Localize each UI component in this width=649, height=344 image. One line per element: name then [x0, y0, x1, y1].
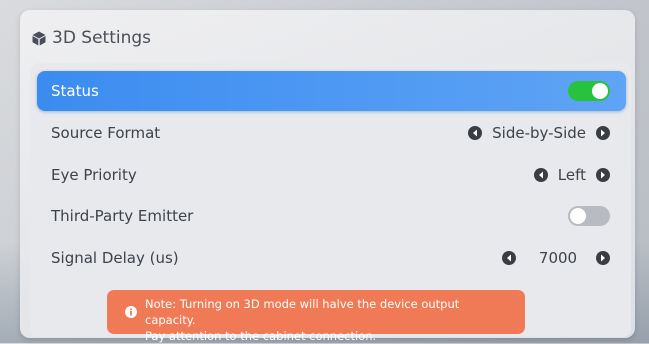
source-format-value: Side-by-Side	[492, 124, 586, 142]
note-line-1: Note: Turning on 3D mode will halve the …	[145, 297, 460, 327]
cube-icon	[32, 31, 46, 45]
status-toggle[interactable]	[568, 81, 610, 101]
toggle-knob	[570, 208, 586, 224]
signal-delay-label: Signal Delay (us)	[51, 249, 179, 267]
chevron-left-icon[interactable]	[533, 168, 548, 182]
status-label: Status	[51, 82, 99, 100]
chevron-left-icon[interactable]	[502, 251, 516, 265]
eye-priority-label: Eye Priority	[51, 166, 137, 184]
eye-priority-value: Left	[557, 166, 586, 184]
third-party-emitter-label: Third-Party Emitter	[51, 207, 194, 225]
chevron-right-icon[interactable]	[596, 251, 610, 265]
note-line-1-row: Note: Turning on 3D mode will halve the …	[125, 296, 513, 328]
third-party-emitter-toggle[interactable]	[568, 206, 610, 226]
note-line-2: Pay attention to the cabinet connection.	[145, 329, 377, 343]
source-format-selector: Side-by-Side	[468, 124, 610, 142]
warning-note: Note: Turning on 3D mode will halve the …	[107, 290, 525, 343]
chevron-right-icon[interactable]	[596, 168, 610, 182]
chevron-left-icon[interactable]	[468, 126, 483, 140]
signal-delay-value: 7000	[538, 249, 578, 267]
source-format-label: Source Format	[51, 124, 161, 142]
setting-row-signal-delay[interactable]: Signal Delay (us) 7000	[37, 238, 626, 278]
toggle-knob	[592, 83, 608, 99]
setting-row-status[interactable]: Status	[37, 71, 626, 111]
signal-delay-selector: 7000	[502, 249, 610, 267]
setting-row-eye-priority[interactable]: Eye Priority Left	[37, 155, 626, 195]
panel-header: 3D Settings	[32, 28, 151, 48]
info-icon	[125, 306, 137, 318]
page-title: 3D Settings	[52, 28, 152, 48]
chevron-right-icon[interactable]	[596, 126, 610, 140]
eye-priority-selector: Left	[533, 166, 610, 184]
setting-row-third-party-emitter[interactable]: Third-Party Emitter	[37, 196, 626, 236]
setting-row-source-format[interactable]: Source Format Side-by-Side	[37, 113, 626, 153]
